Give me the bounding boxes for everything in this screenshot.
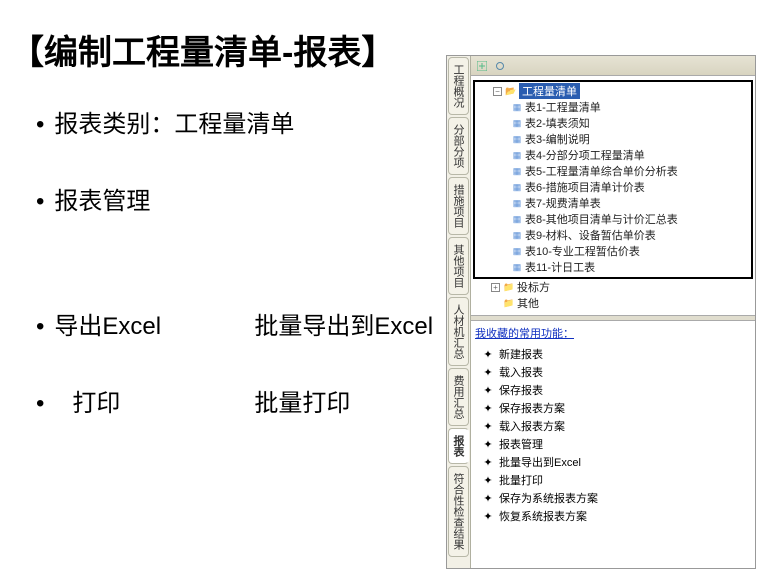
tree-root[interactable]: − 📂 工程量清单 bbox=[475, 83, 749, 99]
sheet-icon: ▦ bbox=[511, 165, 523, 177]
folder-icon: 📂 bbox=[505, 85, 517, 97]
print-icon: ✦ bbox=[481, 473, 495, 487]
fav-load-report[interactable]: ✦载入报表 bbox=[475, 363, 751, 381]
tree-item[interactable]: ▦表5-工程量清单综合单价分析表 bbox=[475, 163, 749, 179]
sheet-icon: ▦ bbox=[511, 181, 523, 193]
tree-item[interactable]: ▦表7-规费清单表 bbox=[475, 195, 749, 211]
sheet-icon: ▦ bbox=[511, 149, 523, 161]
tree-item[interactable]: ▦表11-计日工表 bbox=[475, 259, 749, 275]
sheet-icon: ▦ bbox=[511, 133, 523, 145]
fav-save-scheme[interactable]: ✦保存报表方案 bbox=[475, 399, 751, 417]
bullet-4a: 打印 bbox=[54, 383, 254, 418]
fav-save-report[interactable]: ✦保存报表 bbox=[475, 381, 751, 399]
folder-icon: 📁 bbox=[503, 281, 515, 293]
open-icon: ✦ bbox=[481, 365, 495, 379]
restore-icon: ✦ bbox=[481, 509, 495, 523]
tree-item[interactable]: ▦表6-措施项目清单计价表 bbox=[475, 179, 749, 195]
vtab-other[interactable]: 其他项目 bbox=[448, 237, 469, 295]
sheet-icon: ▦ bbox=[511, 117, 523, 129]
expand-icon[interactable] bbox=[475, 59, 489, 73]
tree-item[interactable]: ▦表1-工程量清单 bbox=[475, 99, 749, 115]
vtab-report[interactable]: 报表 bbox=[448, 428, 469, 464]
tree-toolbar bbox=[471, 56, 755, 76]
save-sys-icon: ✦ bbox=[481, 491, 495, 505]
vtab-divisional[interactable]: 分部分项 bbox=[448, 117, 469, 175]
app-panel: 工程概况 分部分项 措施项目 其他项目 人材机汇总 费用汇总 报表 符合性检查结… bbox=[446, 55, 756, 569]
vtab-measures[interactable]: 措施项目 bbox=[448, 177, 469, 235]
tree-sibling[interactable]: + 📁 投标方 bbox=[473, 279, 753, 295]
tree-item[interactable]: ▦表10-专业工程暂估价表 bbox=[475, 243, 749, 259]
tree-sibling[interactable]: 📁 其他 bbox=[473, 295, 753, 311]
tree-root-label: 工程量清单 bbox=[519, 83, 580, 99]
save-icon: ✦ bbox=[481, 383, 495, 397]
report-tree: − 📂 工程量清单 ▦表1-工程量清单 ▦表2-填表须知 ▦表3-编制说明 ▦表… bbox=[471, 76, 755, 315]
expand-icon[interactable]: + bbox=[491, 283, 500, 292]
tree-item[interactable]: ▦表8-其他项目清单与计价汇总表 bbox=[475, 211, 749, 227]
manage-icon: ✦ bbox=[481, 437, 495, 451]
bullet-3a: 导出Excel bbox=[54, 306, 254, 341]
sheet-icon: ▦ bbox=[511, 197, 523, 209]
sheet-icon: ▦ bbox=[511, 229, 523, 241]
tree-item[interactable]: ▦表9-材料、设备暂估单价表 bbox=[475, 227, 749, 243]
bullet-4b: 批量打印 bbox=[254, 390, 350, 417]
fav-batch-excel[interactable]: ✦批量导出到Excel bbox=[475, 453, 751, 471]
favorites-title: 我收藏的常用功能： bbox=[475, 325, 751, 341]
vtab-compliance[interactable]: 符合性检查结果 bbox=[448, 466, 469, 557]
bullet-3b: 批量导出到Excel bbox=[254, 313, 433, 340]
save-scheme-icon: ✦ bbox=[481, 401, 495, 415]
vtab-fee[interactable]: 费用汇总 bbox=[448, 368, 469, 426]
bullet-2: 报表管理 bbox=[54, 188, 150, 215]
tree-item[interactable]: ▦表3-编制说明 bbox=[475, 131, 749, 147]
right-pane: − 📂 工程量清单 ▦表1-工程量清单 ▦表2-填表须知 ▦表3-编制说明 ▦表… bbox=[471, 56, 755, 568]
fav-save-sys-scheme[interactable]: ✦保存为系统报表方案 bbox=[475, 489, 751, 507]
collapse-icon[interactable]: − bbox=[493, 87, 502, 96]
vtab-resource[interactable]: 人材机汇总 bbox=[448, 297, 469, 366]
folder-icon: 📁 bbox=[503, 297, 515, 309]
favorites-panel: 我收藏的常用功能： ✦新建报表 ✦载入报表 ✦保存报表 ✦保存报表方案 ✦载入报… bbox=[471, 321, 755, 568]
excel-icon: ✦ bbox=[481, 455, 495, 469]
load-scheme-icon: ✦ bbox=[481, 419, 495, 433]
tree-highlight-box: − 📂 工程量清单 ▦表1-工程量清单 ▦表2-填表须知 ▦表3-编制说明 ▦表… bbox=[473, 80, 753, 279]
sheet-icon: ▦ bbox=[511, 261, 523, 273]
fav-load-scheme[interactable]: ✦载入报表方案 bbox=[475, 417, 751, 435]
tree-item[interactable]: ▦表2-填表须知 bbox=[475, 115, 749, 131]
sheet-icon: ▦ bbox=[511, 101, 523, 113]
sheet-icon: ▦ bbox=[511, 213, 523, 225]
sheet-icon: ▦ bbox=[511, 245, 523, 257]
tree-item[interactable]: ▦表4-分部分项工程量清单 bbox=[475, 147, 749, 163]
new-icon: ✦ bbox=[481, 347, 495, 361]
fav-batch-print[interactable]: ✦批量打印 bbox=[475, 471, 751, 489]
refresh-icon[interactable] bbox=[493, 59, 507, 73]
fav-new-report[interactable]: ✦新建报表 bbox=[475, 345, 751, 363]
fav-report-mgmt[interactable]: ✦报表管理 bbox=[475, 435, 751, 453]
bullet-1: 报表类别：工程量清单 bbox=[54, 111, 294, 138]
vertical-tabs: 工程概况 分部分项 措施项目 其他项目 人材机汇总 费用汇总 报表 符合性检查结… bbox=[447, 56, 471, 568]
vtab-overview[interactable]: 工程概况 bbox=[448, 57, 469, 115]
fav-restore-sys-scheme[interactable]: ✦恢复系统报表方案 bbox=[475, 507, 751, 525]
